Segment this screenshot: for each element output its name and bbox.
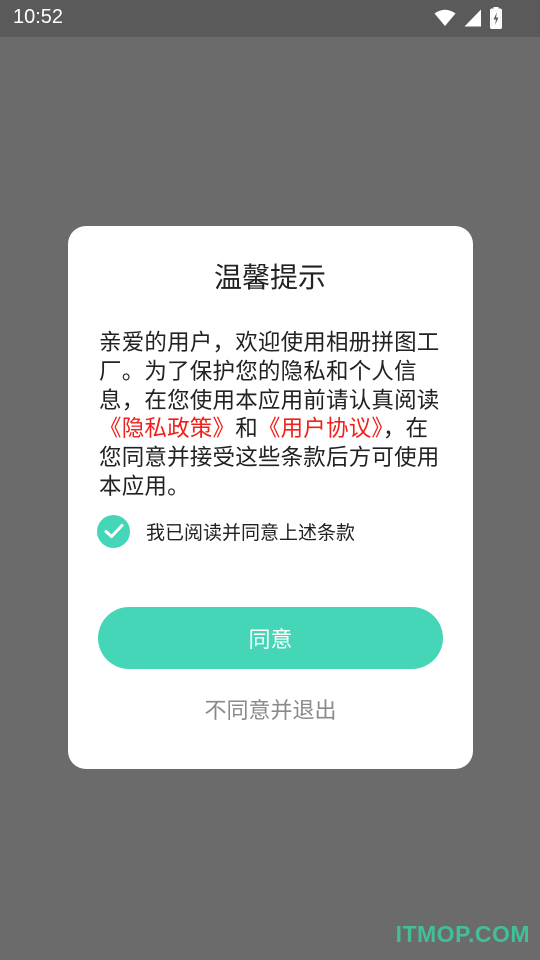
- signal-icon: [464, 9, 482, 27]
- checkbox-checked-icon[interactable]: [97, 514, 130, 548]
- user-agreement-link[interactable]: 《用户协议》: [258, 416, 383, 442]
- dialog-message: 亲爱的用户，欢迎使用相册拼图工厂。为了保护您的隐私和个人信息，在您使用本应用前请…: [99, 329, 441, 502]
- disagree-exit-button[interactable]: 不同意并退出: [68, 690, 473, 728]
- status-bar: 10:52: [0, 0, 540, 37]
- battery-charging-icon: [490, 7, 502, 29]
- consent-label[interactable]: 我已阅读并同意上述条款: [146, 518, 355, 545]
- consent-row[interactable]: 我已阅读并同意上述条款: [97, 514, 355, 548]
- dialog-title: 温馨提示: [213, 261, 326, 294]
- message-text-intro: 亲爱的用户，欢迎使用相册拼图工厂。为了保护您的隐私和个人信息，在您使用本应用前请…: [99, 330, 440, 414]
- wifi-icon: [434, 9, 456, 27]
- message-conjunction: 和: [235, 416, 258, 443]
- privacy-policy-link[interactable]: 《隐私政策》: [99, 416, 235, 442]
- status-icons: [434, 7, 502, 29]
- status-time: 10:52: [13, 6, 64, 28]
- agree-button[interactable]: 同意: [98, 607, 443, 669]
- watermark-logo: ITMOP.COM: [395, 921, 530, 947]
